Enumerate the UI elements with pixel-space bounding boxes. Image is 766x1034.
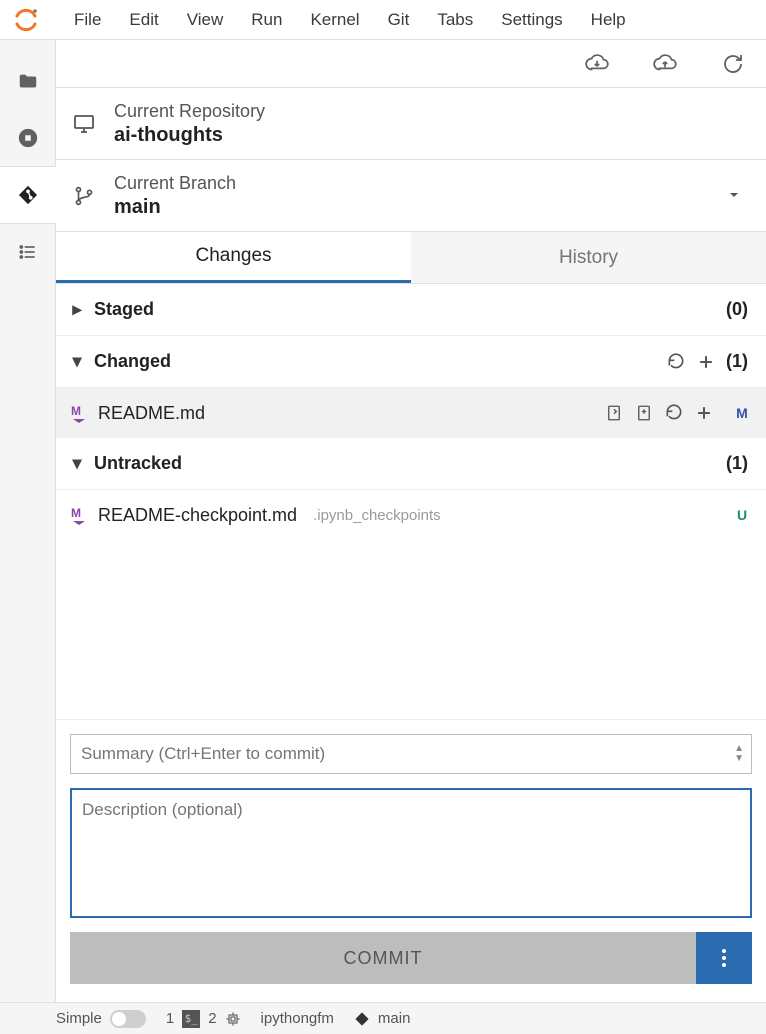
terminal-icon: $_ (182, 1010, 200, 1028)
group-untracked-header[interactable]: ▾ Untracked (1) (56, 438, 766, 490)
stepper-icon[interactable]: ▲▼ (734, 744, 744, 764)
statusbar: Simple 1 $_ 2 ipythongfm main (0, 1002, 766, 1034)
menu-git[interactable]: Git (374, 4, 424, 36)
git-diamond-icon (354, 1011, 370, 1027)
running-icon[interactable] (0, 110, 56, 166)
commit-description-input[interactable] (70, 788, 752, 918)
tab-changes[interactable]: Changes (56, 232, 411, 283)
menu-file[interactable]: File (60, 4, 115, 36)
chevron-right-icon: ▸ (70, 299, 84, 320)
monitor-icon (70, 110, 98, 138)
tab-history[interactable]: History (411, 232, 766, 283)
file-row-readme-checkpoint[interactable]: M README-checkpoint.md .ipynb_checkpoint… (56, 490, 766, 540)
menu-tabs[interactable]: Tabs (423, 4, 487, 36)
branch-icon (70, 182, 98, 210)
menubar: File Edit View Run Kernel Git Tabs Setti… (0, 0, 766, 40)
discard-icon[interactable] (664, 403, 684, 423)
cloud-pull-icon[interactable] (584, 51, 610, 77)
chevron-down-icon: ▾ (70, 453, 84, 474)
branch-name: main (114, 196, 710, 219)
status-untracked: U (734, 507, 750, 523)
group-untracked-count: (1) (726, 453, 748, 474)
commit-form: ▲▼ COMMIT (56, 719, 766, 1002)
left-rail (0, 40, 56, 1002)
markdown-icon: M (70, 404, 88, 422)
repo-label: Current Repository (114, 101, 744, 122)
current-repository[interactable]: Current Repository ai-thoughts (56, 88, 766, 160)
repo-name: ai-thoughts (114, 124, 744, 147)
file-row-readme[interactable]: M README.md (56, 388, 766, 438)
chevron-down-icon[interactable] (726, 187, 744, 205)
group-changed-count: (1) (726, 351, 748, 372)
git-tabs: Changes History (56, 232, 766, 284)
menu-view[interactable]: View (173, 4, 238, 36)
menu-help[interactable]: Help (577, 4, 640, 36)
toggle-icon[interactable] (110, 1010, 146, 1028)
statusbar-branch[interactable]: main (354, 1010, 411, 1027)
svg-text:M: M (71, 404, 81, 418)
diff-icon[interactable] (634, 403, 654, 423)
file-name: README.md (98, 403, 205, 424)
simple-label: Simple (56, 1010, 102, 1027)
git-toolbar (56, 40, 766, 88)
stage-icon[interactable] (694, 403, 714, 423)
svg-text:M: M (71, 506, 81, 520)
group-staged-count: (0) (726, 299, 748, 320)
menu-edit[interactable]: Edit (115, 4, 172, 36)
open-file-icon[interactable] (604, 403, 624, 423)
cpu-icon (225, 1011, 241, 1027)
jupyter-logo (12, 6, 40, 34)
chevron-down-icon: ▾ (70, 351, 84, 372)
commit-summary-input[interactable] (70, 734, 752, 774)
language-mode[interactable]: ipythongfm (261, 1010, 334, 1027)
cloud-push-icon[interactable] (652, 51, 678, 77)
git-panel: Current Repository ai-thoughts Current B… (56, 40, 766, 1002)
toc-icon[interactable] (0, 224, 56, 280)
branch-label: Current Branch (114, 173, 710, 194)
status-modified: M (734, 405, 750, 421)
markdown-icon: M (70, 506, 88, 524)
group-staged-label: Staged (94, 299, 154, 320)
discard-all-icon[interactable] (666, 352, 686, 372)
group-untracked-label: Untracked (94, 453, 182, 474)
git-icon[interactable] (0, 167, 56, 223)
group-changed-label: Changed (94, 351, 171, 372)
folder-icon[interactable] (0, 54, 56, 110)
group-changed-header[interactable]: ▾ Changed (1) (56, 336, 766, 388)
commit-button[interactable]: COMMIT (70, 932, 696, 984)
menu-run[interactable]: Run (237, 4, 296, 36)
file-name: README-checkpoint.md (98, 505, 297, 526)
refresh-icon[interactable] (720, 51, 746, 77)
terminals-count[interactable]: 1 $_ 2 (166, 1010, 241, 1028)
menu-kernel[interactable]: Kernel (296, 4, 373, 36)
file-folder: .ipynb_checkpoints (313, 507, 441, 524)
commit-more-button[interactable] (696, 932, 752, 984)
group-staged-header[interactable]: ▸ Staged (0) (56, 284, 766, 336)
stage-all-icon[interactable] (696, 352, 716, 372)
menu-settings[interactable]: Settings (487, 4, 576, 36)
current-branch[interactable]: Current Branch main (56, 160, 766, 232)
simple-toggle[interactable]: Simple (56, 1010, 146, 1028)
